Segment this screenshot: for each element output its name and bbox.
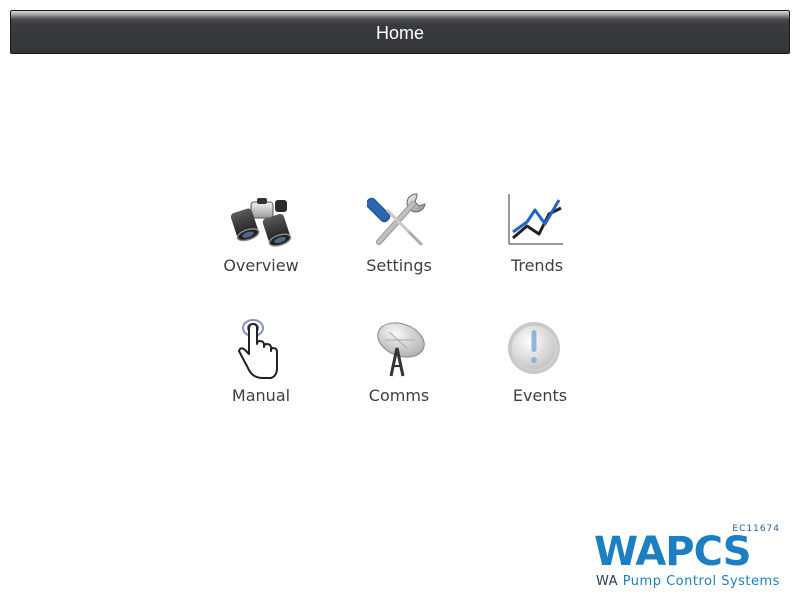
comms-label: Comms [368, 386, 430, 405]
comms-button[interactable]: Comms [339, 318, 459, 423]
logo-subtitle-prefix: WA [596, 574, 619, 589]
settings-button[interactable]: Settings [339, 188, 459, 293]
manual-label: Manual [231, 386, 291, 405]
manual-button[interactable]: Manual [201, 318, 321, 423]
settings-label: Settings [366, 256, 432, 275]
overview-button[interactable]: Overview [201, 188, 321, 293]
trends-button[interactable]: Trends [477, 188, 597, 293]
page-title: Home [375, 23, 424, 43]
logo-wordmark: WAPCS [594, 529, 752, 575]
events-button[interactable]: Events [480, 318, 600, 423]
wapcs-logo: EC11674 WAPCS WA Pump Control Systems [592, 522, 792, 592]
hand-pointer-icon [238, 319, 278, 379]
title-bar: Home [10, 10, 790, 54]
trends-label: Trends [510, 256, 564, 275]
line-chart-icon [508, 194, 563, 245]
exclamation-icon [508, 322, 560, 374]
binoculars-icon [230, 198, 292, 247]
events-label: Events [512, 386, 568, 405]
satellite-dish-icon [377, 322, 425, 377]
logo-subtitle: WA Pump Control Systems [596, 574, 780, 589]
overview-label: Overview [223, 256, 299, 275]
wrench-screwdriver-icon [367, 193, 426, 246]
logo-subtitle-text: Pump Control Systems [622, 574, 780, 589]
